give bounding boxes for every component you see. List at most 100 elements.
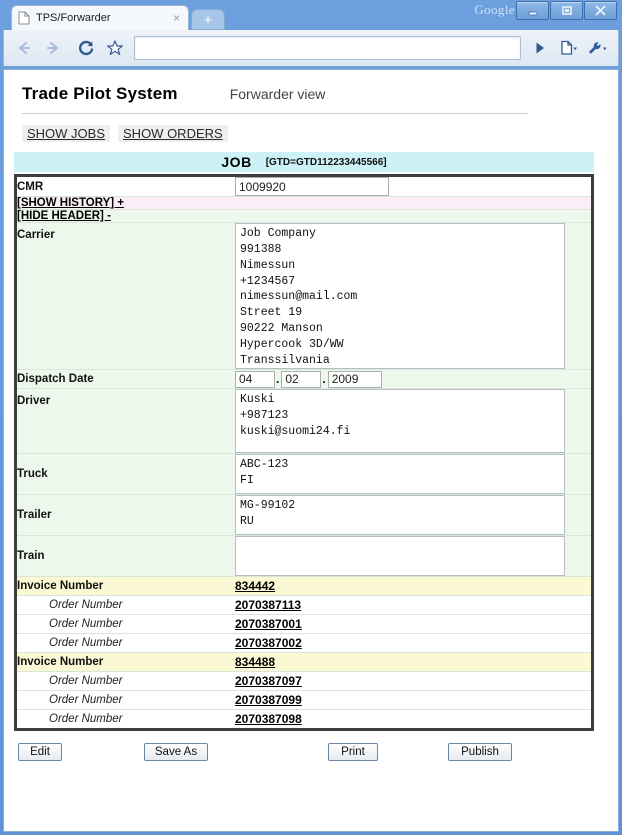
order-number-cell: 2070387097 <box>235 671 591 691</box>
table-row: Order Number 2070387098 <box>17 709 591 728</box>
nav-bar: SHOW JOBS SHOW ORDERS <box>4 114 618 142</box>
invoice-number-link[interactable]: 834442 <box>235 579 275 593</box>
cmr-label: CMR <box>17 177 235 197</box>
save-as-button[interactable]: Save As <box>144 743 208 761</box>
address-input[interactable] <box>134 36 521 60</box>
order-number-link[interactable]: 2070387099 <box>235 693 302 707</box>
order-number-link[interactable]: 2070387097 <box>235 674 302 688</box>
table-row: Order Number 2070387002 <box>17 633 591 653</box>
tab-title: TPS/Forwarder <box>36 12 111 24</box>
driver-label: Driver <box>17 388 235 454</box>
tab-strip: TPS/Forwarder × + <box>11 5 225 30</box>
invoice-number-link[interactable]: 834488 <box>235 655 275 669</box>
job-form: CMR [SHOW HISTORY] + <box>14 174 594 731</box>
tps-page: Trade Pilot System Forwarder view SHOW J… <box>4 70 618 761</box>
row-truck: Truck ABC-123 FI <box>17 453 591 495</box>
invoice-number-cell: 834488 <box>235 652 591 672</box>
invoice-label: Invoice Number <box>17 576 235 596</box>
invoice-label: Invoice Number <box>17 652 235 672</box>
page-title: Trade Pilot System <box>22 84 178 103</box>
truck-textarea[interactable]: ABC-123 FI <box>235 454 565 494</box>
order-number-cell: 2070387001 <box>235 614 591 634</box>
cmr-input[interactable] <box>235 177 389 196</box>
date-separator-1: . <box>276 372 280 386</box>
order-label: Order Number <box>17 671 235 691</box>
carrier-label: Carrier <box>17 222 235 370</box>
table-row: Order Number 2070387113 <box>17 595 591 615</box>
edit-button[interactable]: Edit <box>18 743 62 761</box>
close-icon[interactable] <box>584 1 617 20</box>
carrier-textarea[interactable]: Job Company 991388 Nimessun +1234567 nim… <box>235 223 565 369</box>
cmr-cell <box>235 177 591 197</box>
driver-textarea[interactable]: Kuski +987123 kuski@suomi24.fi <box>235 389 565 453</box>
dispatch-year-input[interactable] <box>327 370 382 388</box>
order-label: Order Number <box>17 595 235 615</box>
show-history-cell: [SHOW HISTORY] + <box>17 196 235 210</box>
train-label: Train <box>17 535 235 577</box>
dispatch-day-input[interactable] <box>235 370 275 388</box>
carrier-cell: Job Company 991388 Nimessun +1234567 nim… <box>235 222 591 370</box>
order-number-link[interactable]: 2070387001 <box>235 617 302 631</box>
order-number-link[interactable]: 2070387098 <box>235 712 302 726</box>
order-label: Order Number <box>17 614 235 634</box>
table-row: Order Number 2070387097 <box>17 671 591 691</box>
dispatch-date-label: Dispatch Date <box>17 369 235 389</box>
order-label: Order Number <box>17 633 235 653</box>
go-arrow-icon[interactable] <box>526 35 554 61</box>
publish-button[interactable]: Publish <box>448 743 512 761</box>
invoice-number-cell: 834442 <box>235 576 591 596</box>
print-button[interactable]: Print <box>328 743 378 761</box>
minimize-icon[interactable] <box>516 1 549 20</box>
dispatch-date-cell: .. <box>235 369 591 389</box>
window-controls <box>515 1 617 20</box>
app-header: Trade Pilot System Forwarder view <box>4 70 618 104</box>
browser-toolbar <box>3 30 619 66</box>
action-bar: Edit Save As Print Publish <box>4 731 618 761</box>
order-label: Order Number <box>17 709 235 728</box>
forward-icon[interactable] <box>39 35 67 61</box>
order-number-cell: 2070387099 <box>235 690 591 710</box>
train-cell <box>235 535 591 577</box>
reload-icon[interactable] <box>72 35 100 61</box>
page-viewport: Trade Pilot System Forwarder view SHOW J… <box>3 69 619 832</box>
maximize-icon[interactable] <box>550 1 583 20</box>
driver-cell: Kuski +987123 kuski@suomi24.fi <box>235 388 591 454</box>
nav-show-jobs[interactable]: SHOW JOBS <box>22 125 111 142</box>
trailer-textarea[interactable]: MG-99102 RU <box>235 495 565 535</box>
page-favicon-icon <box>18 11 30 25</box>
row-cmr: CMR <box>17 177 591 197</box>
browser-window: Google TPS/Forwarder × + Trade Pilot Sys… <box>0 0 622 835</box>
title-bar: Google TPS/Forwarder × + <box>3 0 619 30</box>
dispatch-month-input[interactable] <box>281 370 322 388</box>
job-header-bar: JOB [GTD=GTD112233445566] <box>14 152 594 172</box>
new-tab-button[interactable]: + <box>191 9 225 30</box>
browser-tab[interactable]: TPS/Forwarder × <box>11 5 189 30</box>
row-hide-header: [HIDE HEADER] - <box>17 209 591 223</box>
tools-wrench-icon[interactable] <box>584 35 612 61</box>
order-label: Order Number <box>17 690 235 710</box>
bookmark-star-icon[interactable] <box>101 35 129 61</box>
trailer-cell: MG-99102 RU <box>235 494 591 536</box>
show-history-link[interactable]: [SHOW HISTORY] + <box>17 197 124 209</box>
truck-cell: ABC-123 FI <box>235 453 591 495</box>
tab-close-icon[interactable]: × <box>171 12 182 24</box>
order-number-link[interactable]: 2070387113 <box>235 598 301 612</box>
back-icon[interactable] <box>10 35 38 61</box>
view-subtitle: Forwarder view <box>229 86 326 102</box>
order-number-link[interactable]: 2070387002 <box>235 636 302 650</box>
job-gtd: [GTD=GTD112233445566] <box>265 156 387 168</box>
hide-header-link[interactable]: [HIDE HEADER] - <box>17 210 111 222</box>
job-title: JOB <box>221 154 252 170</box>
row-trailer: Trailer MG-99102 RU <box>17 494 591 536</box>
table-row: Invoice Number 834442 <box>17 576 591 596</box>
table-row: Order Number 2070387099 <box>17 690 591 710</box>
nav-show-orders[interactable]: SHOW ORDERS <box>118 125 228 142</box>
order-number-cell: 2070387113 <box>235 595 591 615</box>
hide-header-cell: [HIDE HEADER] - <box>17 209 235 223</box>
train-textarea[interactable] <box>235 536 565 576</box>
row-dispatch-date: Dispatch Date .. <box>17 369 591 389</box>
order-number-cell: 2070387002 <box>235 633 591 653</box>
table-row: Order Number 2070387001 <box>17 614 591 634</box>
page-menu-icon[interactable] <box>555 35 583 61</box>
truck-label: Truck <box>17 453 235 495</box>
